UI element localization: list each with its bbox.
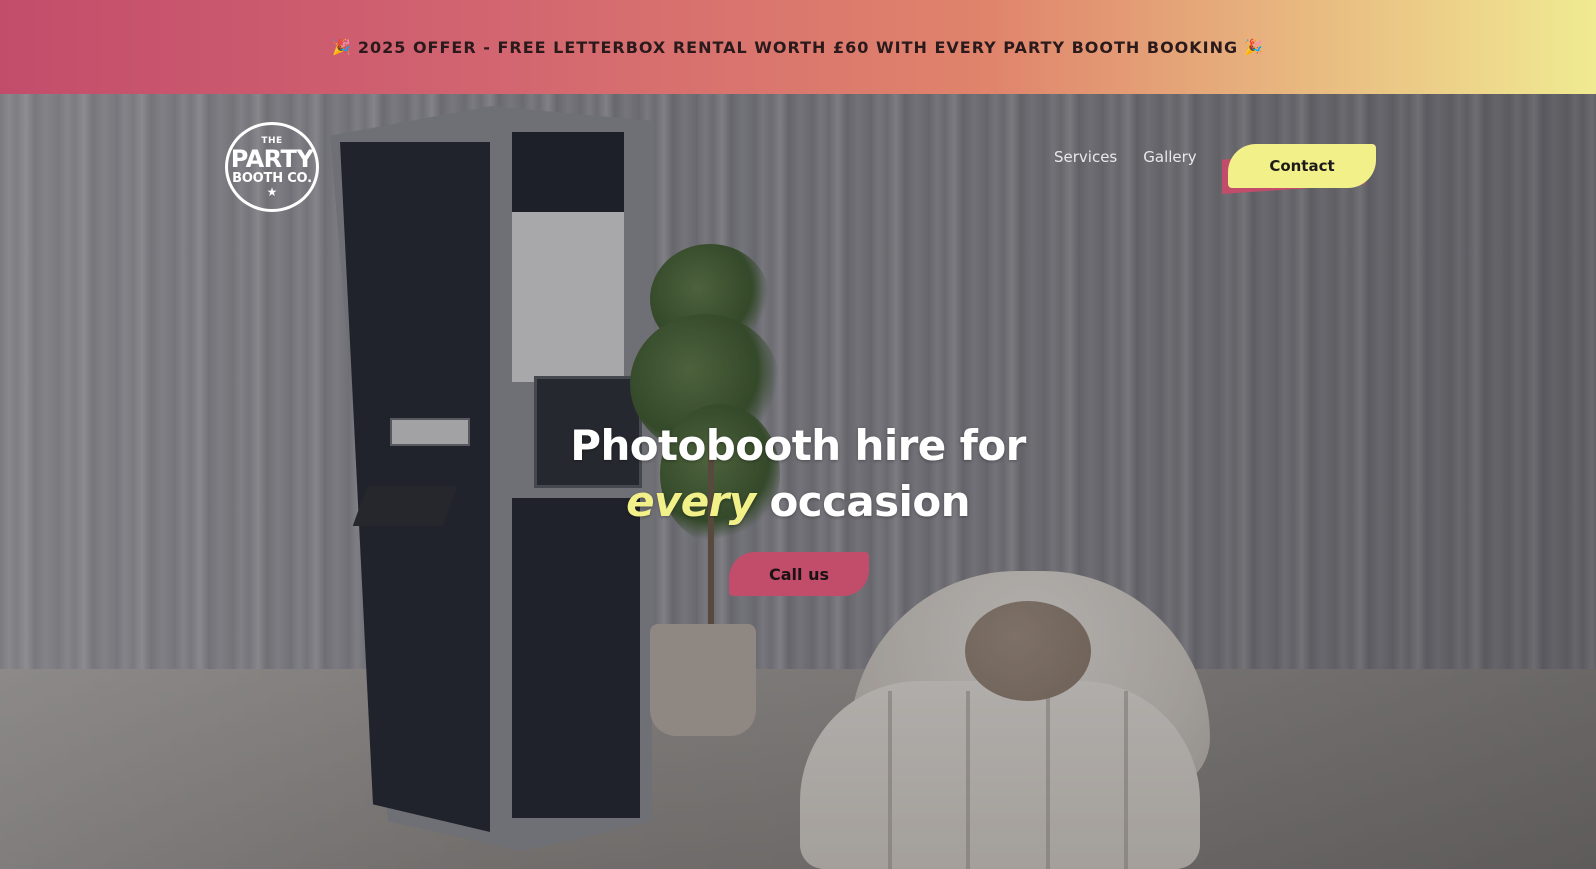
contact-button-label: Contact (1228, 144, 1376, 188)
call-us-button[interactable]: Call us (729, 552, 869, 596)
hero-title-accent: every (626, 477, 756, 526)
promo-message: 2025 OFFER - FREE LETTERBOX RENTAL WORTH… (357, 37, 1239, 57)
party-popper-icon: 🎉 (1244, 38, 1264, 56)
hero-title-line-2: every occasion (0, 474, 1596, 530)
hero-heading: Photobooth hire for every occasion (0, 418, 1596, 530)
hero-title-line-1: Photobooth hire for (570, 421, 1026, 470)
promo-banner: 🎉 2025 OFFER - FREE LETTERBOX RENTAL WOR… (0, 0, 1596, 94)
party-popper-icon: 🎉 (332, 38, 352, 56)
star-icon: ★ (266, 184, 278, 199)
nav-link-gallery[interactable]: Gallery (1143, 148, 1196, 166)
hero-section: THE PARTY BOOTH CO. ★ Services Gallery C… (0, 94, 1596, 869)
logo-booth-co: BOOTH CO. (232, 170, 312, 186)
logo-party: PARTY (230, 144, 314, 173)
main-nav: Services Gallery (1054, 148, 1197, 166)
call-us-button-label: Call us (729, 552, 869, 596)
nav-link-services[interactable]: Services (1054, 148, 1117, 166)
promo-text-row: 🎉 2025 OFFER - FREE LETTERBOX RENTAL WOR… (332, 38, 1264, 57)
site-logo[interactable]: THE PARTY BOOTH CO. ★ (225, 122, 319, 212)
hero-title-rest: occasion (755, 477, 971, 526)
contact-button[interactable]: Contact (1222, 144, 1378, 198)
